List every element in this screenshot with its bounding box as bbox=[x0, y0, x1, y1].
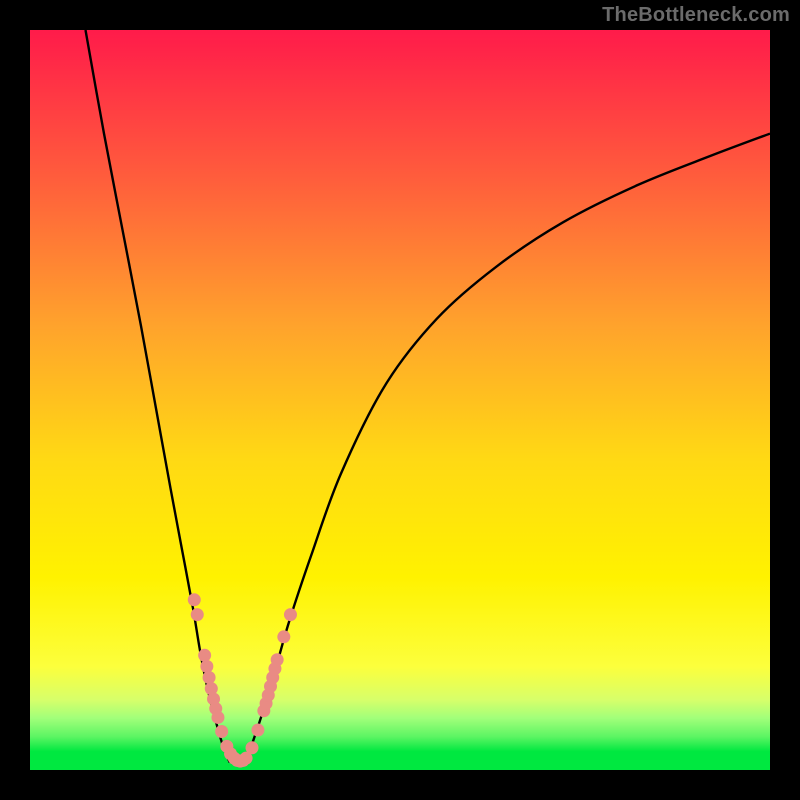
data-marker bbox=[188, 593, 201, 606]
data-marker bbox=[211, 711, 224, 724]
data-marker bbox=[191, 608, 204, 621]
data-marker bbox=[284, 608, 297, 621]
green-bottom-band bbox=[30, 752, 770, 770]
data-marker bbox=[271, 653, 284, 666]
gradient-background bbox=[30, 30, 770, 770]
chart-plot-area bbox=[30, 30, 770, 770]
chart-frame: TheBottleneck.com bbox=[0, 0, 800, 800]
data-marker bbox=[246, 741, 259, 754]
data-marker bbox=[200, 660, 213, 673]
data-marker bbox=[198, 649, 211, 662]
data-marker bbox=[277, 630, 290, 643]
data-marker bbox=[203, 671, 216, 684]
chart-svg bbox=[30, 30, 770, 770]
data-marker bbox=[215, 725, 228, 738]
data-marker bbox=[251, 724, 264, 737]
watermark-text: TheBottleneck.com bbox=[602, 4, 790, 27]
